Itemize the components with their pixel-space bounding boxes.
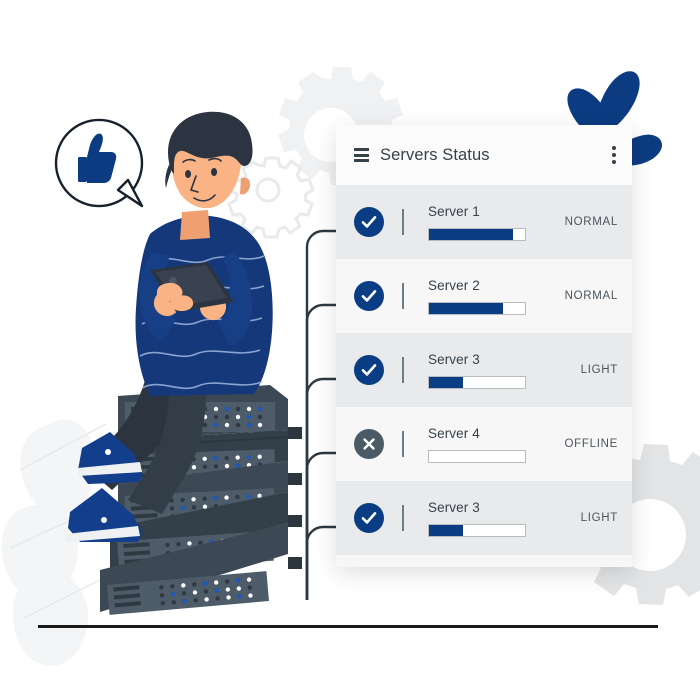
table-row[interactable]: Server 4 OFFLINE bbox=[336, 407, 632, 481]
page-title: Servers Status bbox=[380, 145, 490, 164]
server-list: Server 1 NORMAL Server 2 NORMAL Server 3 LIGH… bbox=[336, 185, 632, 555]
table-row[interactable]: Server 3 LIGHT bbox=[336, 481, 632, 555]
row-divider bbox=[402, 209, 404, 235]
servers-status-illustration: Servers Status Server 1 NORMAL Server 2 NOR… bbox=[0, 0, 700, 700]
kebab-menu-icon[interactable] bbox=[612, 146, 616, 164]
check-icon bbox=[361, 512, 377, 524]
check-icon bbox=[361, 216, 377, 228]
server-name: Server 2 bbox=[428, 277, 480, 293]
status-label: LIGHT bbox=[580, 512, 618, 524]
check-icon bbox=[361, 364, 377, 376]
row-divider bbox=[402, 357, 404, 383]
card-header: Servers Status bbox=[336, 125, 632, 185]
row-body: Server 1 bbox=[428, 204, 556, 241]
load-progress-bar bbox=[428, 301, 526, 315]
load-progress-fill bbox=[429, 524, 463, 536]
table-row[interactable]: Server 1 NORMAL bbox=[336, 185, 632, 259]
check-icon bbox=[361, 290, 377, 302]
row-divider bbox=[402, 283, 404, 309]
row-divider bbox=[402, 431, 404, 457]
status-badge-offline bbox=[354, 429, 384, 459]
status-badge-online bbox=[354, 503, 384, 533]
status-badge-online bbox=[354, 355, 384, 385]
status-badge-online bbox=[354, 207, 384, 237]
status-label: LIGHT bbox=[580, 364, 618, 376]
status-label: OFFLINE bbox=[564, 438, 618, 450]
status-badge-online bbox=[354, 281, 384, 311]
table-row[interactable]: Server 2 NORMAL bbox=[336, 259, 632, 333]
load-progress-fill bbox=[429, 302, 503, 314]
row-divider bbox=[402, 505, 404, 531]
server-name: Server 3 bbox=[428, 499, 480, 515]
row-body: Server 3 bbox=[428, 352, 556, 389]
server-name: Server 4 bbox=[428, 425, 480, 441]
load-progress-fill bbox=[429, 228, 514, 240]
load-progress-bar bbox=[428, 523, 526, 537]
thumbs-up-icon bbox=[78, 133, 117, 183]
server-name: Server 1 bbox=[428, 203, 480, 219]
load-progress-bar bbox=[428, 227, 526, 241]
row-body: Server 3 bbox=[428, 500, 556, 537]
hamburger-icon[interactable] bbox=[354, 148, 369, 162]
table-row[interactable]: Server 3 LIGHT bbox=[336, 333, 632, 407]
load-progress-bar bbox=[428, 375, 526, 389]
status-label: NORMAL bbox=[564, 216, 618, 228]
load-progress-bar bbox=[428, 449, 526, 463]
speech-bubble bbox=[54, 118, 144, 208]
servers-status-card: Servers Status Server 1 NORMAL Server 2 NOR… bbox=[336, 125, 632, 567]
close-icon bbox=[363, 438, 375, 450]
row-body: Server 2 bbox=[428, 278, 556, 315]
row-body: Server 4 bbox=[428, 426, 556, 463]
load-progress-fill bbox=[429, 376, 463, 388]
status-label: NORMAL bbox=[564, 290, 618, 302]
server-name: Server 3 bbox=[428, 351, 480, 367]
